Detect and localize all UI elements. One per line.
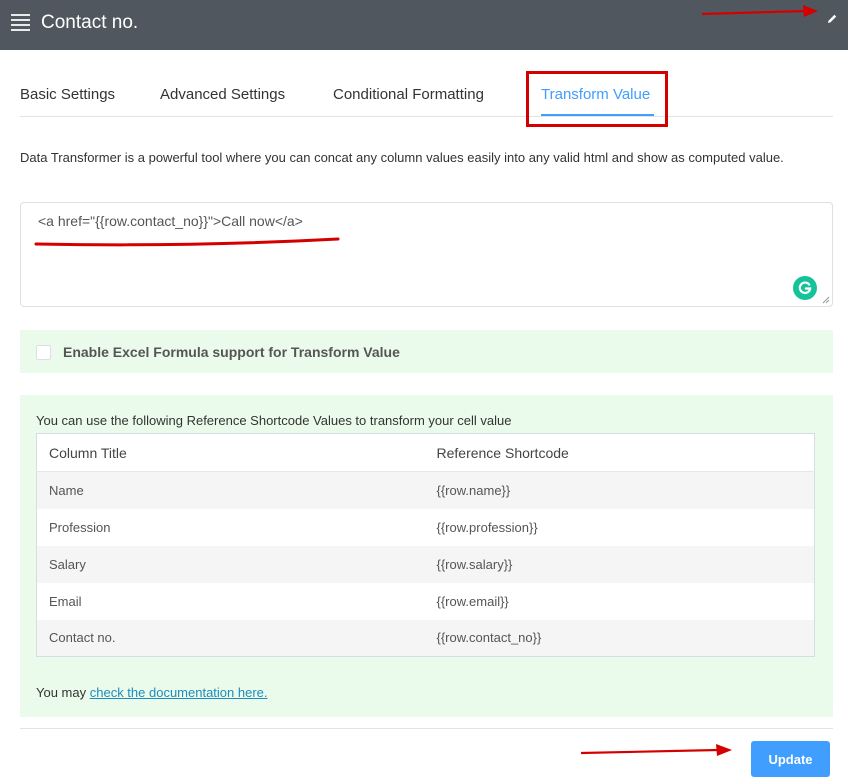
table-row: Contact no. {{row.contact_no}} xyxy=(36,619,815,657)
documentation-prefix: You may xyxy=(36,685,90,700)
grammarly-icon[interactable] xyxy=(793,276,817,300)
column-title: Contact no. xyxy=(41,12,139,33)
reference-table: Column Title Reference Shortcode Name {{… xyxy=(36,433,815,657)
update-arrow-head xyxy=(716,744,732,756)
hamburger-menu-icon[interactable] xyxy=(11,14,30,31)
row-shortcode: {{row.salary}} xyxy=(424,545,815,583)
reference-shortcodes-panel: You can use the following Reference Shor… xyxy=(20,395,833,717)
row-shortcode: {{row.name}} xyxy=(424,471,815,509)
reference-shortcode-header: Reference Shortcode xyxy=(424,433,815,472)
active-tab-indicator xyxy=(541,114,654,116)
excel-formula-option: Enable Excel Formula support for Transfo… xyxy=(20,330,833,373)
settings-tabs: Basic Settings Advanced Settings Conditi… xyxy=(20,68,833,117)
transform-value-textarea[interactable]: <a href="{{row.contact_no}}">Call now</a… xyxy=(20,202,833,307)
transform-value-text: <a href="{{row.contact_no}}">Call now</a… xyxy=(38,213,303,229)
reference-intro: You can use the following Reference Shor… xyxy=(36,413,512,428)
pencil-icon[interactable] xyxy=(826,13,838,25)
tab-conditional-formatting[interactable]: Conditional Formatting xyxy=(333,86,484,103)
table-row: Profession {{row.profession}} xyxy=(37,509,815,546)
modal-header: Contact no. xyxy=(0,0,848,50)
tab-basic-settings[interactable]: Basic Settings xyxy=(20,86,115,103)
tab-advanced-settings[interactable]: Advanced Settings xyxy=(160,86,285,103)
footer-divider xyxy=(20,728,833,729)
documentation-note: You may check the documentation here. xyxy=(36,685,268,700)
excel-formula-label[interactable]: Enable Excel Formula support for Transfo… xyxy=(63,344,400,360)
table-row: Name {{row.name}} xyxy=(36,471,815,509)
update-arrow-line xyxy=(580,748,719,755)
row-column-title: Profession xyxy=(49,519,111,535)
column-title-header: Column Title xyxy=(36,433,425,472)
row-column-title: Name xyxy=(36,471,425,509)
excel-formula-checkbox[interactable] xyxy=(36,345,51,360)
row-column-title: Email xyxy=(49,593,82,609)
row-shortcode: {{row.profession}} xyxy=(436,519,538,535)
tab-transform-value[interactable]: Transform Value xyxy=(541,86,650,103)
resize-handle-icon[interactable] xyxy=(822,296,830,304)
row-shortcode: {{row.contact_no}} xyxy=(424,619,815,657)
table-row: Salary {{row.salary}} xyxy=(36,545,815,583)
row-shortcode: {{row.email}} xyxy=(436,593,509,609)
update-button[interactable]: Update xyxy=(751,741,830,777)
row-column-title: Salary xyxy=(36,545,425,583)
table-row: Email {{row.email}} xyxy=(37,583,815,620)
documentation-link[interactable]: check the documentation here. xyxy=(90,685,268,700)
row-column-title: Contact no. xyxy=(36,619,425,657)
transformer-description: Data Transformer is a powerful tool wher… xyxy=(20,150,784,165)
table-header-row: Column Title Reference Shortcode xyxy=(36,433,815,472)
